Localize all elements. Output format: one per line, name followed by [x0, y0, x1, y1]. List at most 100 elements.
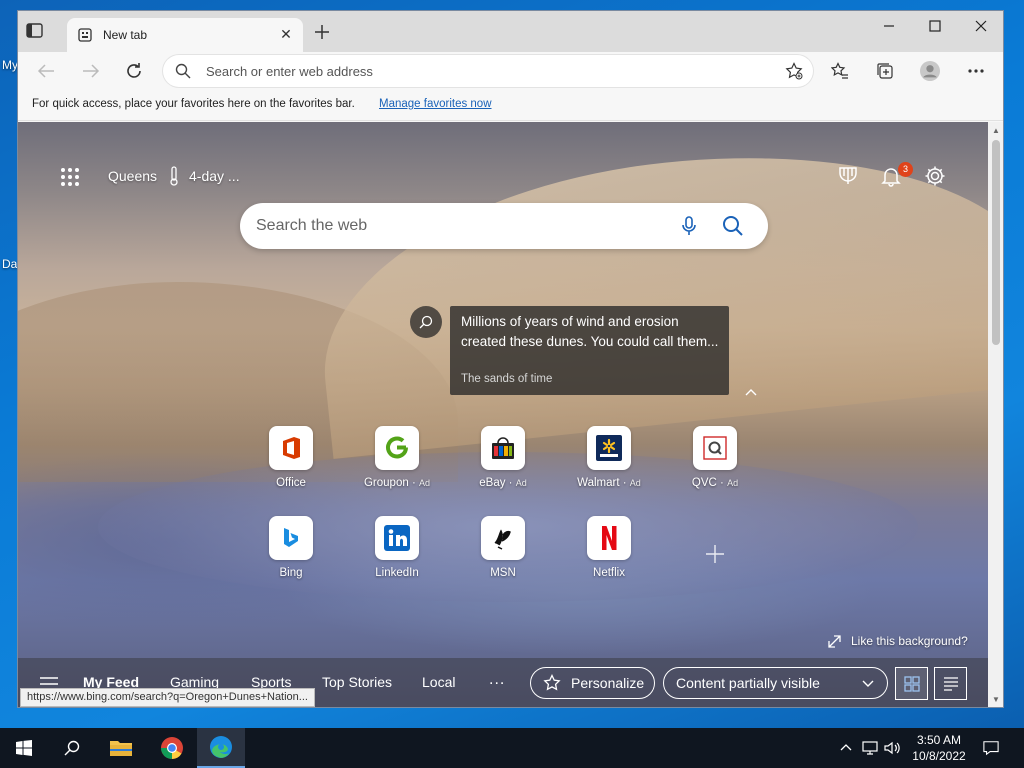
scroll-up-arrow-icon[interactable]: ▲	[991, 126, 1001, 136]
grid-view-button[interactable]	[895, 667, 928, 700]
new-tab-page-icon	[78, 28, 92, 42]
quick-link-label: LinkedIn	[375, 567, 419, 579]
tab-bar: New tab ✕	[18, 11, 1003, 52]
close-tab-icon[interactable]: ✕	[279, 27, 293, 41]
notification-badge: 3	[898, 162, 913, 177]
tab-local[interactable]: Local	[422, 674, 455, 690]
image-search-button[interactable]	[410, 306, 442, 338]
personalize-button[interactable]: Personalize	[530, 667, 655, 699]
quick-link-linkedin[interactable]: LinkedIn	[352, 516, 442, 591]
address-input[interactable]: Search or enter web address	[206, 64, 373, 79]
background-info-subtitle: The sands of time	[461, 373, 553, 385]
start-button[interactable]	[0, 728, 48, 768]
page-settings-gear-icon[interactable]	[923, 164, 947, 188]
rewards-icon[interactable]	[836, 164, 860, 188]
web-search-input[interactable]: Search the web	[256, 217, 367, 235]
taskbar-search-button[interactable]	[48, 728, 96, 768]
manage-favorites-link[interactable]: Manage favorites now	[379, 98, 492, 110]
quick-link-walmart[interactable]: Walmart · Ad	[564, 426, 654, 501]
msn-icon	[481, 516, 525, 560]
tab-top-stories[interactable]: Top Stories	[322, 674, 392, 690]
list-view-button[interactable]	[934, 667, 967, 700]
new-tab-plus-icon[interactable]	[314, 24, 330, 40]
ebay-icon	[481, 426, 525, 470]
edge-button[interactable]	[197, 728, 245, 768]
clock-time: 3:50 AM	[916, 733, 962, 747]
bing-icon	[269, 516, 313, 560]
personalize-label: Personalize	[571, 675, 645, 691]
quick-link-groupon[interactable]: Groupon · Ad	[352, 426, 442, 501]
system-clock[interactable]: 3:50 AM 10/8/2022	[905, 732, 973, 764]
show-hidden-icons-chevron-up-icon[interactable]	[838, 740, 854, 756]
chevron-down-icon	[862, 680, 874, 687]
add-site-plus-icon[interactable]	[703, 542, 727, 566]
background-info-title[interactable]: Millions of years of wind and erosion cr…	[461, 312, 721, 352]
like-background-button[interactable]: Like this background?	[828, 632, 968, 650]
microphone-icon[interactable]	[680, 216, 698, 236]
settings-more-icon[interactable]	[966, 61, 986, 81]
chevron-up-icon[interactable]	[744, 385, 758, 399]
forward-arrow-icon[interactable]	[80, 60, 102, 82]
search-submit-icon[interactable]	[722, 215, 744, 237]
collections-icon[interactable]	[875, 61, 895, 81]
page-scrollbar[interactable]: ▲ ▼	[988, 122, 1003, 707]
netflix-icon	[587, 516, 631, 560]
desktop-icon-label[interactable]: My	[2, 58, 18, 72]
more-tabs-button[interactable]: ...	[489, 671, 511, 689]
browser-toolbar: Search or enter web address	[18, 52, 1003, 90]
tab-actions-icon[interactable]	[26, 23, 44, 39]
quick-link-label: Groupon · Ad	[363, 477, 430, 489]
quick-link-label: Bing	[279, 567, 303, 579]
quick-link-label: QVC · Ad	[691, 477, 739, 489]
tab-title: New tab	[103, 28, 148, 42]
new-tab-page: Queens 4-day ... 3 Search the web Millio…	[18, 122, 988, 707]
quick-link-label: MSN	[490, 567, 516, 579]
quick-link-bing[interactable]: Bing	[246, 516, 336, 591]
network-icon[interactable]	[862, 740, 878, 756]
action-center-notification-icon[interactable]	[983, 740, 999, 756]
chrome-button[interactable]	[148, 728, 196, 768]
tab-new-tab[interactable]: New tab ✕	[67, 18, 303, 52]
browser-window: New tab ✕ Search or enter web address Fo…	[17, 10, 1004, 708]
walmart-icon	[587, 426, 631, 470]
favorites-icon[interactable]	[830, 61, 850, 81]
status-bar-url: https://www.bing.com/search?q=Oregon+Dun…	[20, 688, 315, 707]
scrollbar-thumb[interactable]	[992, 140, 1000, 345]
magnifier-icon	[419, 315, 433, 329]
quick-link-qvc[interactable]: QVC · Ad	[670, 426, 760, 501]
location-label[interactable]: Queens	[108, 168, 157, 184]
like-background-label: Like this background?	[851, 634, 968, 648]
app-launcher-icon[interactable]	[60, 167, 80, 187]
expand-icon	[828, 634, 841, 648]
quick-link-msn[interactable]: MSN	[458, 516, 548, 591]
scroll-down-arrow-icon[interactable]: ▼	[991, 695, 1001, 705]
minimize-button[interactable]	[866, 11, 912, 41]
desktop-icon-label[interactable]: Da	[2, 257, 17, 271]
quick-link-netflix[interactable]: Netflix	[564, 516, 654, 591]
taskbar: 3:50 AM 10/8/2022	[0, 728, 1024, 768]
quick-link-office[interactable]: Office	[246, 426, 336, 501]
quick-link-ebay[interactable]: eBay · Ad	[458, 426, 548, 501]
content-visibility-dropdown[interactable]: Content partially visible	[663, 667, 888, 699]
weather-label[interactable]: 4-day ...	[189, 168, 240, 184]
linkedin-icon	[375, 516, 419, 560]
office-icon	[269, 426, 313, 470]
windows-logo-icon	[16, 740, 32, 756]
volume-icon[interactable]	[884, 740, 900, 756]
search-icon	[175, 63, 191, 79]
add-favorite-star-icon[interactable]	[785, 62, 803, 80]
thermometer-icon	[169, 166, 179, 186]
quick-link-label: Netflix	[593, 567, 625, 579]
close-window-button[interactable]	[958, 11, 1003, 41]
quick-link-label: Walmart · Ad	[577, 477, 641, 489]
back-arrow-icon[interactable]	[35, 60, 57, 82]
edge-icon	[210, 736, 232, 758]
background-info-card[interactable]: Millions of years of wind and erosion cr…	[450, 306, 729, 395]
profile-avatar-icon[interactable]	[920, 61, 940, 81]
address-bar[interactable]: Search or enter web address	[163, 55, 813, 87]
search-icon	[64, 740, 80, 756]
web-search-box[interactable]: Search the web	[240, 203, 768, 249]
refresh-icon[interactable]	[123, 60, 145, 82]
maximize-button[interactable]	[912, 11, 958, 41]
file-explorer-button[interactable]	[97, 728, 145, 768]
